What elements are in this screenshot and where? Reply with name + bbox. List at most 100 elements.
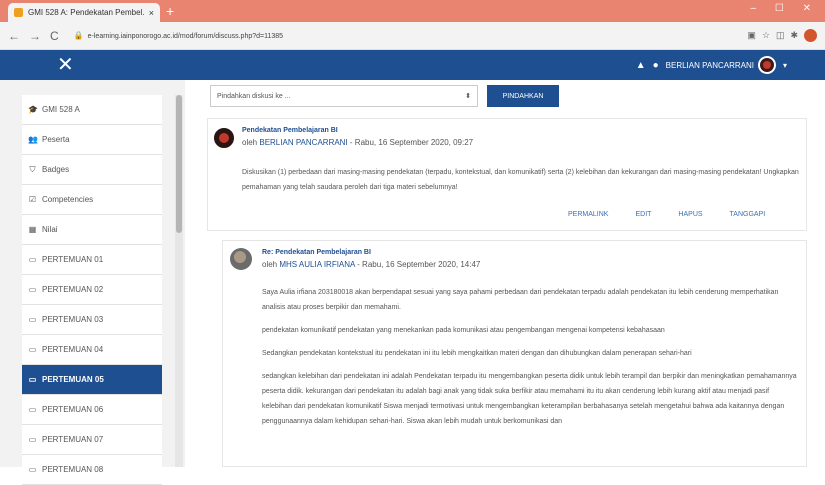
post-meta: oleh MHS AULIA IRFIANA - Rabu, 16 Septem… bbox=[262, 260, 480, 269]
move-discussion-select[interactable]: Pindahkan diskusi ke ... ⬍ bbox=[210, 85, 478, 107]
translate-icon[interactable]: ▣ bbox=[747, 30, 762, 41]
sidebar-item-label: Competencies bbox=[42, 195, 94, 204]
move-button[interactable]: PINDAHKAN bbox=[487, 85, 559, 107]
sidebar-item-label: PERTEMUAN 04 bbox=[42, 345, 104, 354]
sidebar-item-label: Nilai bbox=[42, 225, 58, 234]
user-menu[interactable]: ▲ ● BERLIAN PANCARRANI ▾ bbox=[636, 56, 787, 74]
sidebar-list: 🎓 GMI 528 A 👥 Peserta ⛉ Badges ☑ Competencie… bbox=[22, 95, 162, 485]
post-body: Diskusikan (1) perbedaan dari masing-mas… bbox=[242, 169, 799, 191]
forward-arrow-icon[interactable]: → bbox=[29, 29, 41, 43]
permalink-link[interactable]: PERMALINK bbox=[568, 211, 608, 218]
star-icon[interactable]: ☆ bbox=[762, 30, 776, 41]
badge-icon: ⛉ bbox=[29, 164, 36, 174]
delete-link[interactable]: HAPUS bbox=[678, 211, 702, 218]
lock-icon: 🔒 bbox=[73, 31, 84, 40]
notification-bell-icon[interactable]: ▲ bbox=[636, 60, 646, 71]
user-avatar[interactable] bbox=[757, 56, 776, 74]
post-paragraph: Sedangkan pendekatan kontekstual itu pen… bbox=[262, 350, 692, 357]
sidebar-item-label: PERTEMUAN 08 bbox=[42, 465, 104, 474]
tab-close-icon[interactable]: × bbox=[149, 8, 154, 18]
sidebar-item-pertemuan-08[interactable]: ▭ PERTEMUAN 08 bbox=[22, 455, 162, 485]
post-author-link[interactable]: BERLIAN PANCARRANI bbox=[259, 138, 347, 147]
sidebar-item-course[interactable]: 🎓 GMI 528 A bbox=[22, 95, 162, 125]
url-text: e-learning.iainponorogo.ac.id/mod/forum/… bbox=[87, 33, 284, 40]
new-tab-button[interactable]: + bbox=[166, 3, 174, 19]
forum-post: Pendekatan Pembelajaran BI oleh BERLIAN … bbox=[207, 118, 807, 231]
post-meta: oleh BERLIAN PANCARRANI - Rabu, 16 Septe… bbox=[242, 138, 473, 147]
moodle-favicon-icon bbox=[14, 8, 23, 17]
sidebar-item-pertemuan-02[interactable]: ▭ PERTEMUAN 02 bbox=[22, 275, 162, 305]
sidebar-item-peserta[interactable]: 👥 Peserta bbox=[22, 125, 162, 155]
folder-icon: ▭ bbox=[28, 375, 37, 384]
post-actions: PERMALINK EDIT HAPUS TANGGAPI bbox=[568, 211, 765, 218]
author-avatar[interactable] bbox=[230, 248, 252, 270]
window-controls[interactable]: – ☐ ✕ bbox=[751, 3, 819, 14]
sidebar-item-pertemuan-04[interactable]: ▭ PERTEMUAN 04 bbox=[22, 335, 162, 365]
browser-tab-bar: GMI 528 A: Pendekatan Pembel... × + – ☐ … bbox=[0, 0, 825, 22]
scrollbar-thumb[interactable] bbox=[176, 95, 182, 233]
sidebar-item-label: Peserta bbox=[42, 135, 70, 144]
sidebar-item-pertemuan-06[interactable]: ▭ PERTEMUAN 06 bbox=[22, 395, 162, 425]
folder-icon: ▭ bbox=[28, 435, 37, 444]
close-drawer-icon[interactable]: ✕ bbox=[57, 53, 74, 77]
sidebar-item-pertemuan-05[interactable]: ▭ PERTEMUAN 05 bbox=[22, 365, 162, 395]
folder-icon: ▭ bbox=[28, 255, 37, 264]
users-icon: 👥 bbox=[28, 135, 38, 144]
sidebar-item-pertemuan-03[interactable]: ▭ PERTEMUAN 03 bbox=[22, 305, 162, 335]
post-subject: Pendekatan Pembelajaran BI bbox=[242, 127, 338, 134]
reload-icon[interactable]: C bbox=[50, 29, 59, 43]
sidebar-item-competencies[interactable]: ☑ Competencies bbox=[22, 185, 162, 215]
sidebar-item-label: PERTEMUAN 01 bbox=[42, 255, 104, 264]
chevron-down-icon[interactable]: ▾ bbox=[783, 61, 787, 70]
messages-icon[interactable]: ● bbox=[653, 60, 659, 71]
sidebar-item-pertemuan-01[interactable]: ▭ PERTEMUAN 01 bbox=[22, 245, 162, 275]
author-avatar[interactable] bbox=[213, 127, 235, 149]
table-icon: ▦ bbox=[28, 225, 37, 234]
address-bar: ← → C 🔒 e-learning.iainponorogo.ac.id/mod… bbox=[0, 22, 825, 50]
select-value: Pindahkan diskusi ke ... bbox=[217, 92, 291, 100]
sidebar-item-label: PERTEMUAN 03 bbox=[42, 315, 104, 324]
sidebar-item-nilai[interactable]: ▦ Nilai bbox=[22, 215, 162, 245]
sidebar-item-badges[interactable]: ⛉ Badges bbox=[22, 155, 162, 185]
post-paragraph: pendekatan komunikatif pendekatan yang m… bbox=[262, 327, 665, 334]
sidebar-item-label: Badges bbox=[42, 165, 70, 174]
mortarboard-icon: 🎓 bbox=[28, 105, 38, 114]
sidebar-item-pertemuan-07[interactable]: ▭ PERTEMUAN 07 bbox=[22, 425, 162, 455]
sidebar-scrollbar[interactable] bbox=[175, 95, 183, 467]
post-subject: Re: Pendekatan Pembelajaran BI bbox=[262, 249, 371, 256]
sidebar-item-label: PERTEMUAN 06 bbox=[42, 405, 104, 414]
browser-tab[interactable]: GMI 528 A: Pendekatan Pembel... × bbox=[8, 3, 160, 22]
post-paragraph: Saya Aulia irfiana 203180018 akan berpen… bbox=[262, 289, 779, 311]
post-date: - Rabu, 16 September 2020, 14:47 bbox=[357, 260, 481, 269]
reply-link[interactable]: TANGGAPI bbox=[730, 211, 766, 218]
user-name[interactable]: BERLIAN PANCARRANI bbox=[666, 61, 754, 70]
back-arrow-icon[interactable]: ← bbox=[8, 29, 20, 43]
sidebar-item-label: GMI 528 A bbox=[42, 105, 80, 114]
sidebar-item-label: PERTEMUAN 07 bbox=[42, 435, 104, 444]
forum-reply-post: Re: Pendekatan Pembelajaran BI oleh MHS … bbox=[222, 240, 807, 467]
move-discussion-bar: Pindahkan diskusi ke ... ⬍ PINDAHKAN bbox=[210, 85, 559, 107]
extension-icon[interactable]: ◫ bbox=[776, 30, 791, 41]
discussion-main: Pindahkan diskusi ke ... ⬍ PINDAHKAN Pen… bbox=[185, 80, 825, 467]
post-by: oleh bbox=[262, 260, 278, 269]
sidebar-item-label: PERTEMUAN 05 bbox=[42, 375, 104, 384]
folder-icon: ▭ bbox=[28, 315, 37, 324]
folder-icon: ▭ bbox=[28, 405, 37, 414]
post-paragraph: sedangkan kelebihan dari pendekatan ini … bbox=[262, 373, 797, 425]
profile-icon[interactable] bbox=[804, 29, 817, 42]
sidebar-item-label: PERTEMUAN 02 bbox=[42, 285, 104, 294]
checklist-icon: ☑ bbox=[28, 195, 37, 204]
edit-link[interactable]: EDIT bbox=[635, 211, 651, 218]
folder-icon: ▭ bbox=[28, 285, 37, 294]
post-author-link[interactable]: MHS AULIA IRFIANA bbox=[279, 260, 355, 269]
post-date: - Rabu, 16 September 2020, 09:27 bbox=[349, 138, 474, 147]
folder-icon: ▭ bbox=[28, 345, 37, 354]
puzzle-icon[interactable]: ✱ bbox=[790, 30, 804, 41]
tab-title: GMI 528 A: Pendekatan Pembel... bbox=[28, 8, 145, 17]
moodle-navbar: ✕ ▲ ● BERLIAN PANCARRANI ▾ bbox=[0, 50, 825, 80]
post-by: oleh bbox=[242, 138, 258, 147]
post-body: Saya Aulia irfiana 203180018 akan berpen… bbox=[262, 285, 798, 437]
url-field[interactable]: 🔒 e-learning.iainponorogo.ac.id/mod/forum… bbox=[74, 31, 748, 40]
extension-icons: ▣ ☆ ◫ ✱ bbox=[747, 29, 817, 42]
folder-icon: ▭ bbox=[28, 465, 37, 474]
